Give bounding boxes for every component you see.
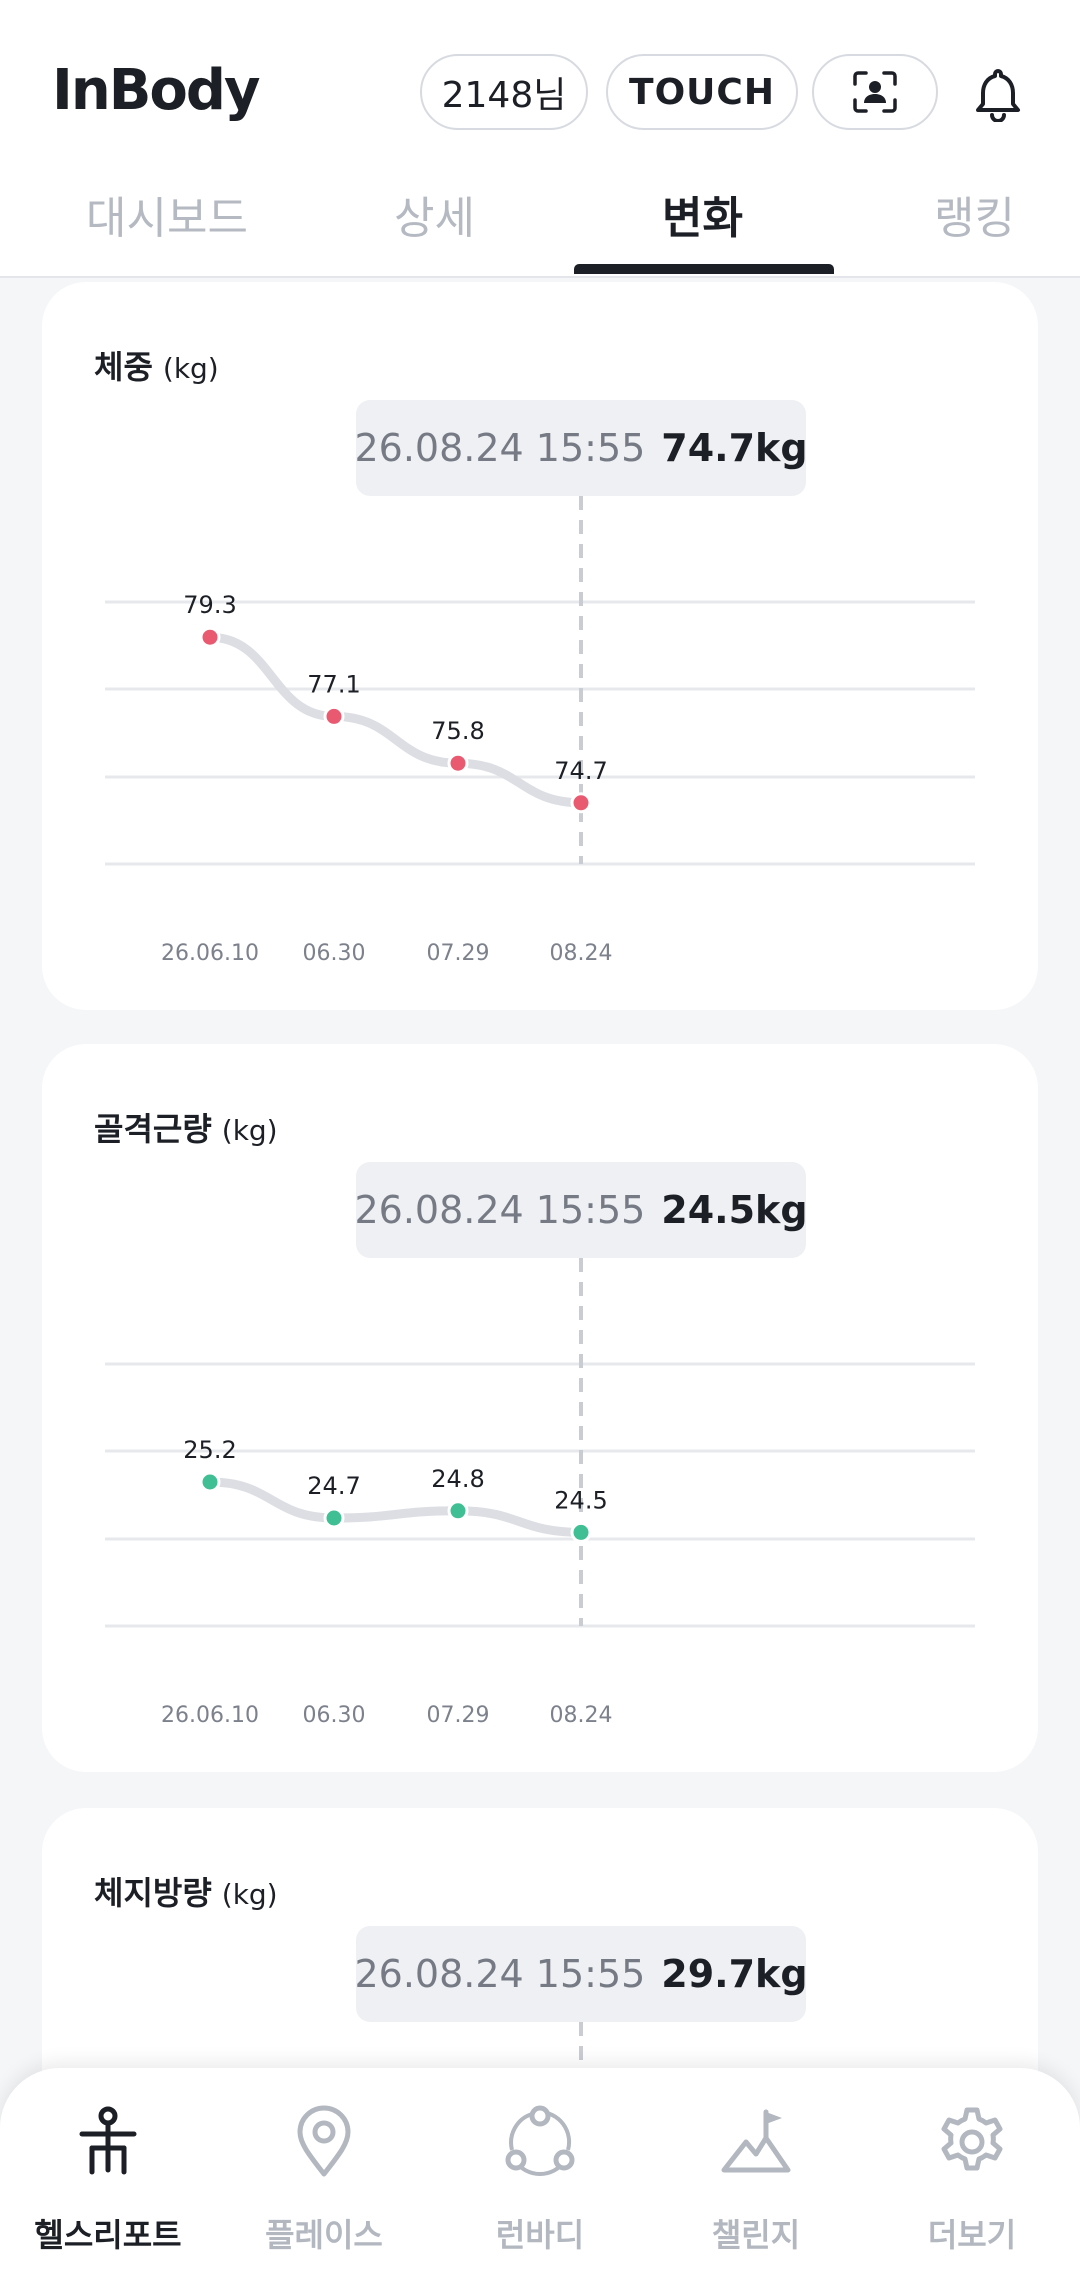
notification-button[interactable]	[962, 58, 1034, 130]
muscle-x-tick-label: 26.06.10	[161, 1703, 259, 1728]
tab-bar: 대시보드 상세 변화 랭킹	[0, 170, 1080, 276]
weight-data-point	[323, 705, 345, 727]
tab-change[interactable]: 변화	[662, 182, 743, 246]
muscle-data-point	[570, 1521, 592, 1543]
muscle-data-label: 25.2	[183, 1436, 236, 1464]
run-body-icon	[505, 2105, 575, 2176]
nav-challenge-label: 챌린지	[711, 2216, 801, 2254]
muscle-x-tick-label: 06.30	[303, 1703, 366, 1728]
weight-x-tick-label: 07.29	[427, 941, 490, 966]
tab-dashboard[interactable]: 대시보드	[86, 182, 248, 246]
weight-data-label: 77.1	[307, 670, 360, 698]
nav-health-report-label: 헬스리포트	[34, 2216, 182, 2254]
weight-card: 체중 (kg) 26.08.24 15:55 74.7kg 79.3 77.1 75.8…	[42, 282, 1038, 1010]
weight-chart[interactable]: 79.3 77.1 75.8 74.7 26.06.10 06.30 07.29 08.24	[42, 282, 1038, 1010]
muscle-data-label: 24.8	[431, 1465, 484, 1493]
muscle-data-point	[447, 1500, 469, 1522]
touch-button[interactable]: TOUCH	[606, 54, 798, 130]
user-button[interactable]: 2148님	[420, 54, 588, 130]
health-report-icon	[79, 2106, 137, 2175]
weight-data-point	[199, 626, 221, 648]
gear-icon	[941, 2107, 1003, 2171]
bottom-navigation: 헬스리포트 플레이스 런바디 챌린지 더보기	[0, 2068, 1080, 2284]
weight-data-point	[570, 792, 592, 814]
muscle-chart[interactable]: 25.2 24.7 24.8 24.5 26.06.10 06.30 07.29 08.24	[42, 1044, 1038, 1772]
muscle-data-point	[199, 1471, 221, 1493]
inbody-logo: InBody	[52, 58, 260, 123]
nav-place-label: 플레이스	[265, 2216, 383, 2254]
muscle-x-tick-label: 08.24	[550, 1703, 613, 1728]
app-header: InBody 2148님 TOUCH 대시보드 상세 변화 랭킹	[0, 0, 1080, 278]
nav-runbody-label: 런바디	[495, 2216, 585, 2254]
bell-icon	[976, 69, 1020, 122]
nav-more-label: 더보기	[927, 2216, 1017, 2254]
muscle-card: 골격근량 (kg) 26.08.24 15:55 24.5kg 25.2 24.7 24…	[42, 1044, 1038, 1772]
scan-button[interactable]	[812, 54, 938, 130]
weight-data-point	[447, 752, 469, 774]
weight-x-tick-label: 08.24	[550, 941, 613, 966]
muscle-data-label: 24.5	[554, 1486, 607, 1514]
weight-data-label: 75.8	[431, 717, 484, 745]
tab-detail[interactable]: 상세	[394, 182, 475, 246]
weight-data-label: 74.7	[554, 757, 607, 785]
nav-runbody[interactable]: 런바디	[432, 2068, 648, 2284]
nav-more[interactable]: 더보기	[864, 2068, 1080, 2284]
tab-ranking[interactable]: 랭킹	[934, 182, 1015, 246]
location-pin-icon	[297, 2105, 351, 2177]
weight-data-label: 79.3	[183, 591, 236, 619]
muscle-series-line	[205, 1477, 586, 1537]
muscle-data-label: 24.7	[307, 1472, 360, 1500]
muscle-data-point	[323, 1507, 345, 1529]
nav-challenge[interactable]: 챌린지	[648, 2068, 864, 2284]
active-tab-indicator	[574, 264, 834, 274]
mountain-flag-icon	[721, 2109, 791, 2173]
nav-place[interactable]: 플레이스	[216, 2068, 432, 2284]
nav-health-report[interactable]: 헬스리포트	[0, 2068, 216, 2284]
weight-x-tick-label: 26.06.10	[161, 941, 259, 966]
muscle-x-tick-label: 07.29	[427, 1703, 490, 1728]
weight-x-tick-label: 06.30	[303, 941, 366, 966]
person-scan-icon	[853, 71, 897, 113]
